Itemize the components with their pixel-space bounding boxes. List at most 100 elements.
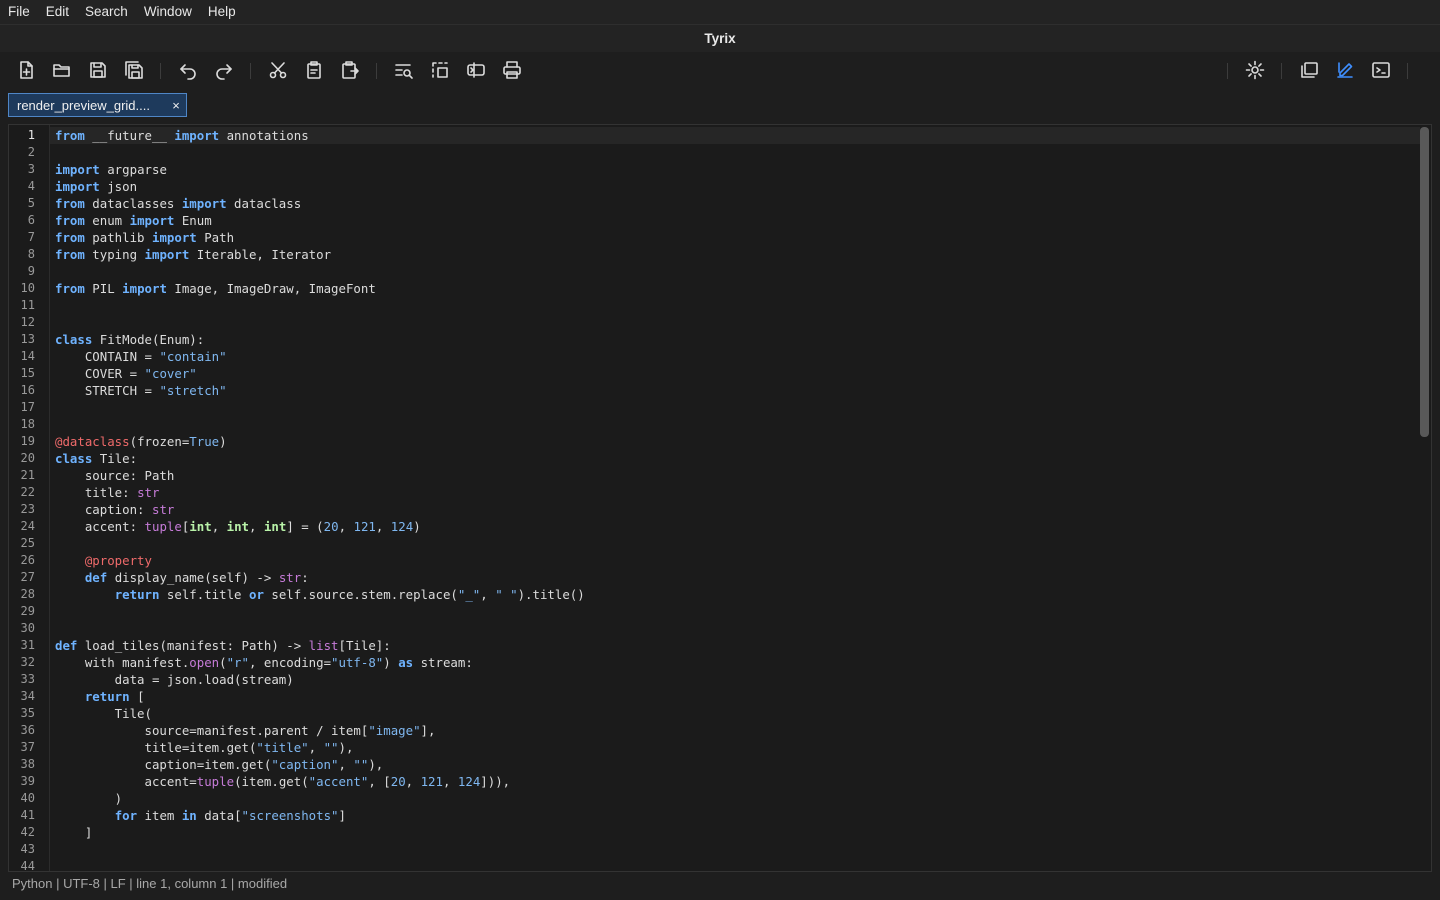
line-number: 18 [20,417,35,431]
code-line[interactable] [55,297,1415,314]
line-number: 15 [20,366,35,380]
line-number: 26 [20,553,35,567]
code-line[interactable]: for item in data["screenshots"] [55,807,1415,824]
undo-icon[interactable] [177,59,199,81]
menubar: File Edit Search Window Help [0,0,1440,24]
line-number: 7 [27,230,35,244]
line-number: 20 [20,451,35,465]
code-line[interactable] [55,858,1415,871]
code-line[interactable]: CONTAIN = "contain" [55,348,1415,365]
line-number: 23 [20,502,35,516]
line-number: 35 [20,706,35,720]
code-line[interactable]: import argparse [55,161,1415,178]
line-number: 11 [20,298,35,312]
line-number: 34 [20,689,35,703]
line-number: 28 [20,587,35,601]
code-area[interactable]: from __future__ import annotations import… [55,127,1415,871]
code-line[interactable]: ) [55,790,1415,807]
code-line[interactable] [55,399,1415,416]
menu-window[interactable]: Window [136,0,200,24]
code-line[interactable]: title=item.get("title", ""), [55,739,1415,756]
code-line[interactable]: return self.title or self.source.stem.re… [55,586,1415,603]
code-line[interactable] [55,535,1415,552]
copy-icon[interactable] [303,59,325,81]
redo-icon[interactable] [213,59,235,81]
code-line[interactable]: from dataclasses import dataclass [55,195,1415,212]
line-number: 8 [27,247,35,261]
save-all-icon[interactable] [123,59,145,81]
paste-icon[interactable] [339,59,361,81]
code-line[interactable] [55,263,1415,280]
select-block-icon[interactable] [429,59,451,81]
code-line[interactable]: @property [55,552,1415,569]
indent-icon[interactable] [465,59,487,81]
code-line[interactable]: class FitMode(Enum): [55,331,1415,348]
line-number: 37 [20,740,35,754]
new-file-icon[interactable] [15,59,37,81]
code-line[interactable]: source=manifest.parent / item["image"], [55,722,1415,739]
code-line[interactable]: caption=item.get("caption", ""), [55,756,1415,773]
code-line[interactable]: def display_name(self) -> str: [55,569,1415,586]
menu-file[interactable]: File [0,0,38,24]
line-number: 43 [20,842,35,856]
menu-help[interactable]: Help [200,0,244,24]
code-line[interactable]: data = json.load(stream) [55,671,1415,688]
open-folder-icon[interactable] [51,59,73,81]
code-line[interactable]: import json [55,178,1415,195]
code-line[interactable]: from __future__ import annotations [55,127,1415,144]
code-line[interactable]: def load_tiles(manifest: Path) -> list[T… [55,637,1415,654]
line-number: 16 [20,383,35,397]
code-line[interactable]: class Tile: [55,450,1415,467]
code-line[interactable] [55,620,1415,637]
line-number: 3 [27,162,35,176]
code-line[interactable] [55,416,1415,433]
code-line[interactable]: from enum import Enum [55,212,1415,229]
code-line[interactable]: Tile( [55,705,1415,722]
code-line[interactable]: STRETCH = "stretch" [55,382,1415,399]
line-number: 32 [20,655,35,669]
code-line[interactable]: title: str [55,484,1415,501]
line-number: 39 [20,774,35,788]
line-number: 42 [20,825,35,839]
save-icon[interactable] [87,59,109,81]
code-line[interactable]: from PIL import Image, ImageDraw, ImageF… [55,280,1415,297]
code-line[interactable]: caption: str [55,501,1415,518]
code-editor[interactable]: 1 2 3 4 5 6 7 8 9 10 11 12 13 14 15 16 17 18 19 20 21 22 23 24 2… [8,124,1432,872]
line-number: 13 [20,332,35,346]
cut-icon[interactable] [267,59,289,81]
file-tab[interactable]: render_preview_grid.... × [8,93,187,117]
code-line[interactable]: return [ [55,688,1415,705]
line-number: 14 [20,349,35,363]
code-line[interactable]: accent: tuple[int, int, int] = (20, 121,… [55,518,1415,535]
code-line[interactable]: @dataclass(frozen=True) [55,433,1415,450]
line-number: 1 [27,128,35,142]
code-line[interactable]: COVER = "cover" [55,365,1415,382]
line-number: 24 [20,519,35,533]
print-icon[interactable] [501,59,523,81]
code-line[interactable]: source: Path [55,467,1415,484]
duplicate-window-icon[interactable] [1298,59,1320,81]
edit-mode-icon[interactable] [1334,59,1356,81]
menu-search[interactable]: Search [77,0,136,24]
line-number: 21 [20,468,35,482]
find-icon[interactable] [393,59,415,81]
line-number: 44 [20,859,35,872]
code-line[interactable] [55,144,1415,161]
code-line[interactable]: from pathlib import Path [55,229,1415,246]
status-bar: Python | UTF-8 | LF | line 1, column 1 |… [0,874,1440,900]
menu-edit[interactable]: Edit [38,0,77,24]
line-number: 5 [27,196,35,210]
close-icon[interactable]: × [167,98,185,113]
settings-icon[interactable] [1244,59,1266,81]
code-line[interactable]: ] [55,824,1415,841]
code-line[interactable] [55,314,1415,331]
line-number: 19 [20,434,35,448]
code-line[interactable] [55,841,1415,858]
code-line[interactable]: with manifest.open("r", encoding="utf-8"… [55,654,1415,671]
vertical-scrollbar[interactable] [1420,127,1429,437]
terminal-icon[interactable] [1370,59,1392,81]
window-title: Tyrix [0,24,1440,53]
code-line[interactable]: accent=tuple(item.get("accent", [20, 121… [55,773,1415,790]
code-line[interactable] [55,603,1415,620]
code-line[interactable]: from typing import Iterable, Iterator [55,246,1415,263]
